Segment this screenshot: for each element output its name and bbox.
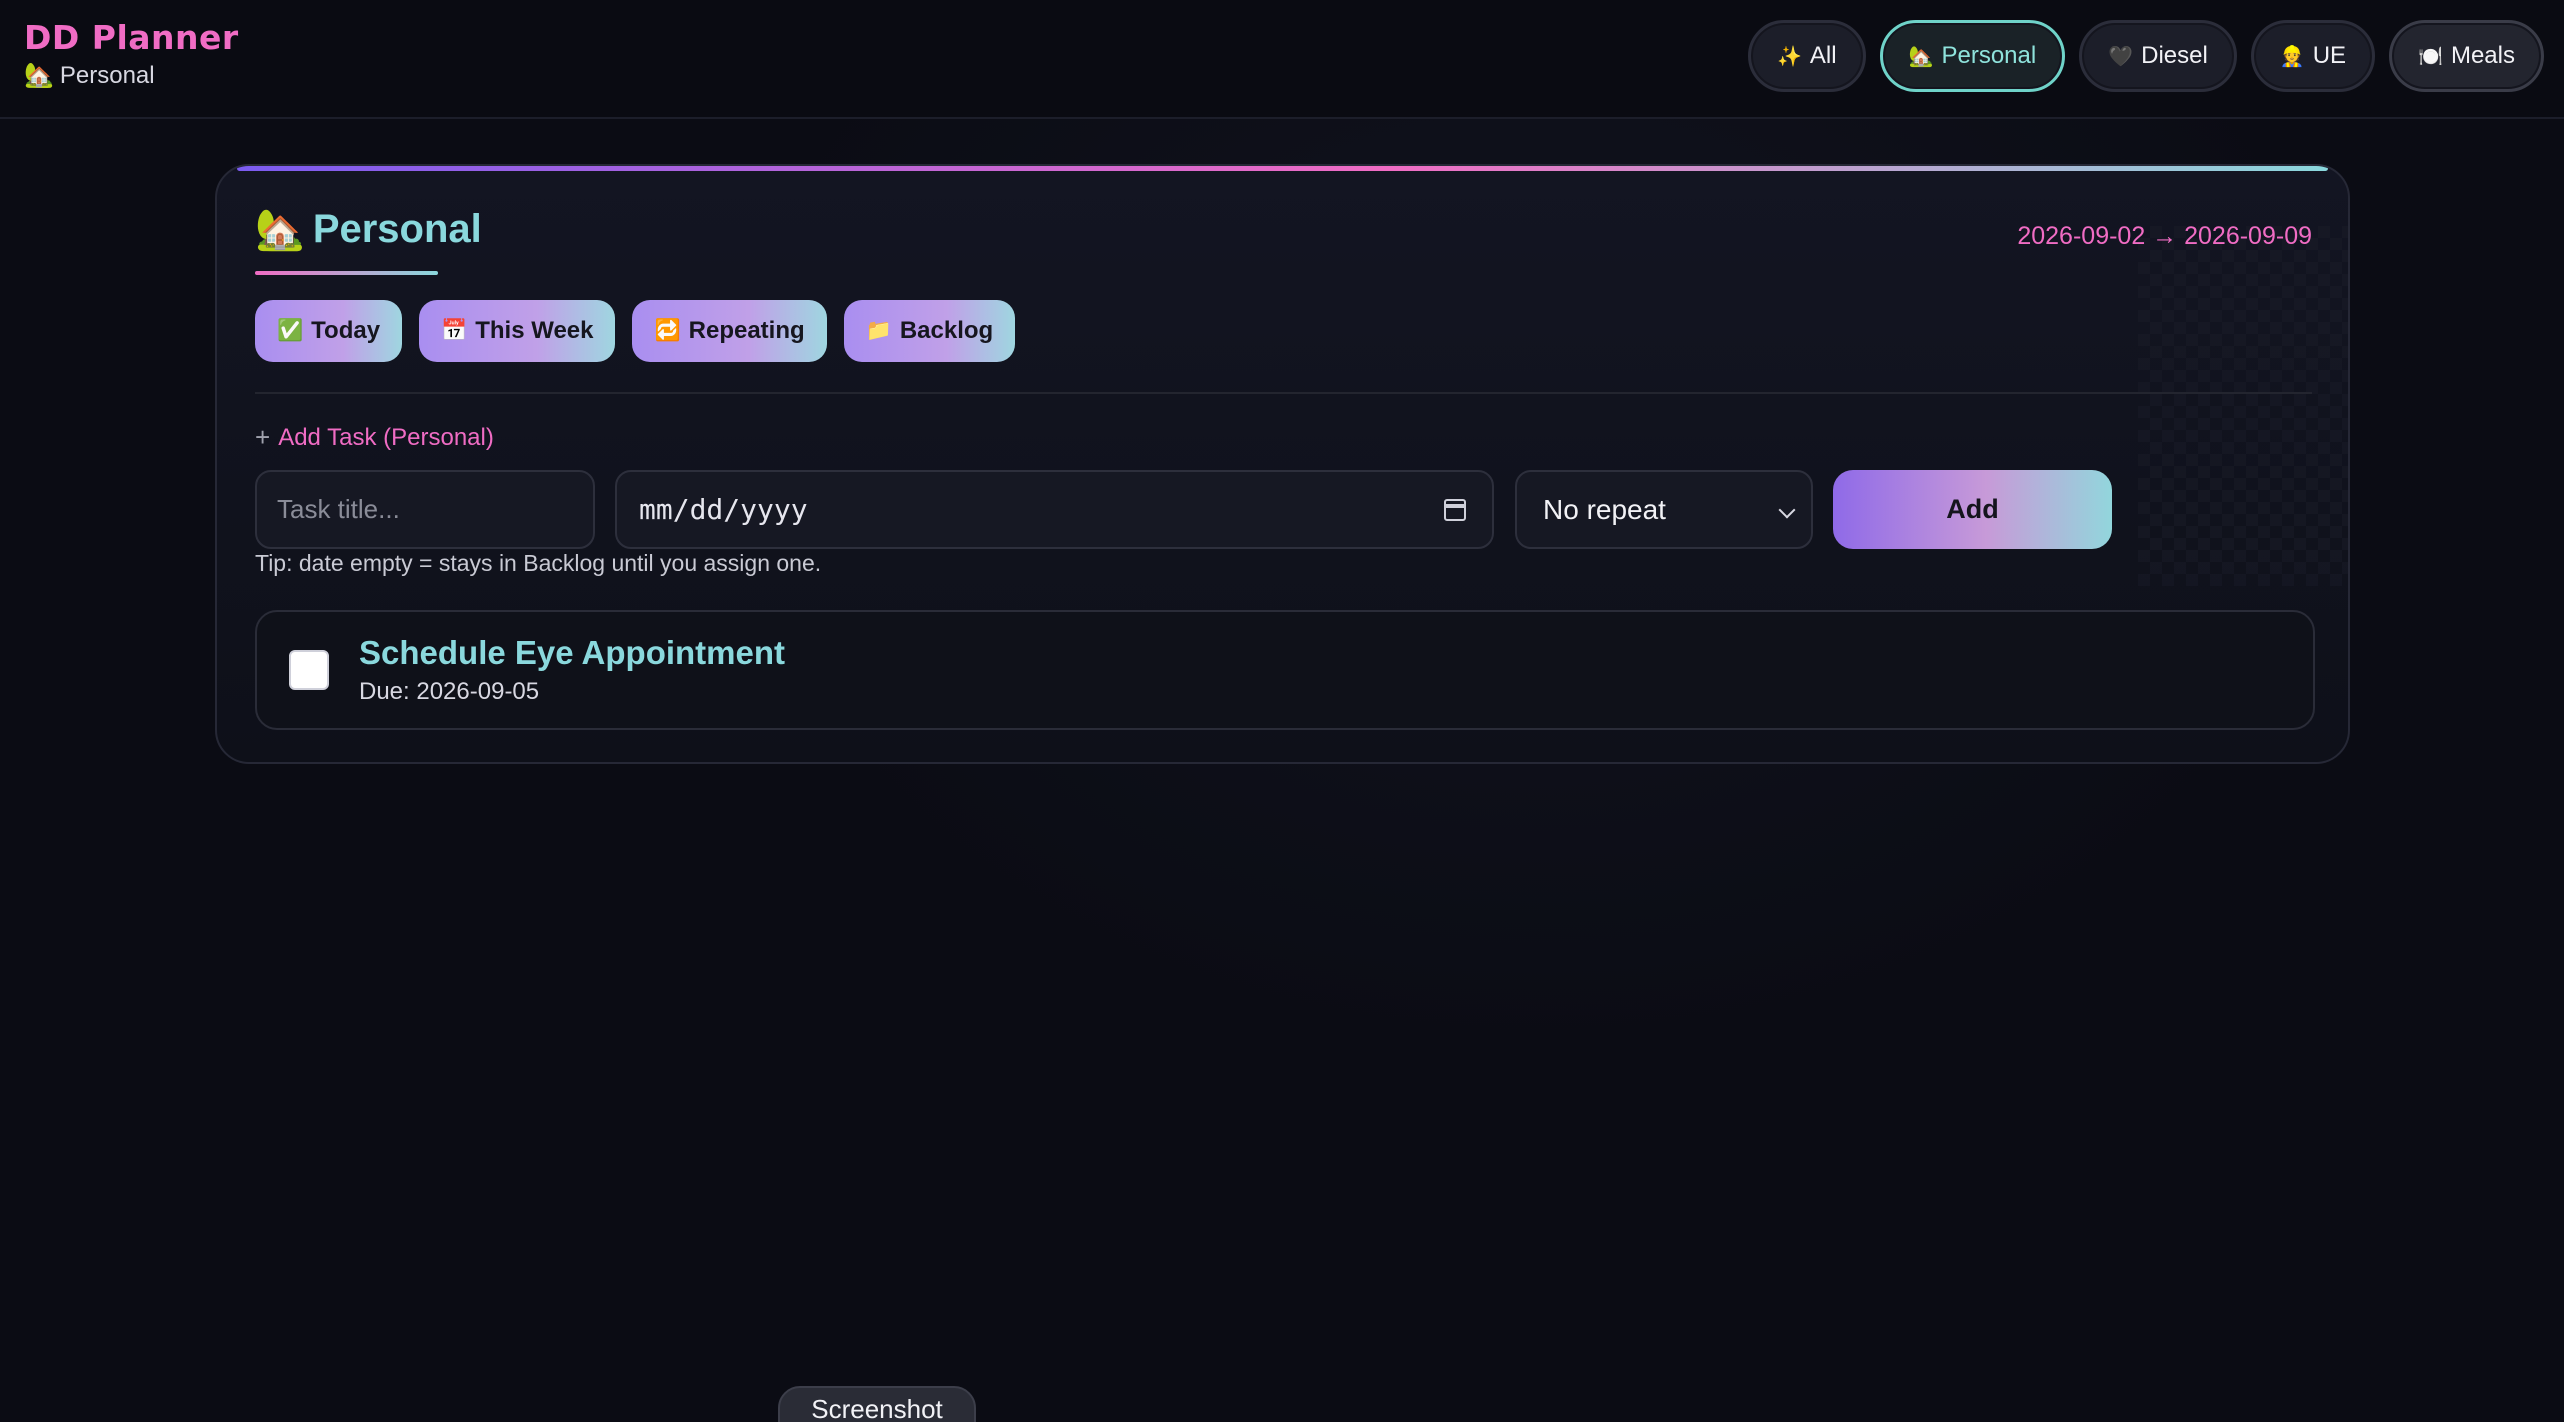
calendar-picker-icon[interactable] [1444,499,1466,521]
top-bar: DD Planner 🏡 Personal ✨ All 🏡 Personal 🖤… [0,0,2564,119]
nav-all-button[interactable]: ✨ All [1747,20,1866,92]
screenshot-label: Screenshot [811,1394,943,1422]
card-title-text: Personal [312,207,482,251]
date-placeholder: mm/dd/yyyy [639,493,808,526]
context-nav: ✨ All 🏡 Personal 🖤 Diesel 👷 UE 🍽️ Meals [1747,20,2544,92]
nav-diesel-button[interactable]: 🖤 Diesel [2079,20,2237,92]
plate-icon: 🍽️ [2418,45,2443,68]
black-heart-icon: 🖤 [2108,45,2134,68]
task-date-input[interactable]: mm/dd/yyyy [615,470,1494,549]
task-title-input[interactable] [255,470,595,549]
nav-diesel-label: Diesel [2141,42,2208,69]
chevron-down-icon [1778,501,1796,519]
task-checkbox[interactable] [289,650,329,690]
tab-backlog[interactable]: 📁 Backlog [843,300,1016,362]
card-title: 🏡 Personal [255,206,482,253]
house-icon: 🏡 [1908,45,1934,68]
screenshot-button[interactable]: Screenshot [778,1386,976,1422]
card-background-pattern [2138,226,2348,586]
nav-personal-label: Personal [1941,42,2037,69]
calendar-icon: 📅 [441,319,468,342]
card-accent-line [237,166,2328,171]
tab-today[interactable]: ✅ Today [255,300,403,362]
folder-icon: 📁 [865,319,892,342]
date-range: 2026-09-02 → 2026-09-09 [2017,222,2312,250]
check-mark-icon: ✅ [277,319,304,342]
task-due-date: Due: 2026-09-05 [359,678,540,705]
planner-card: 🏡 Personal 2026-09-02 → 2026-09-09 ✅ Tod… [215,164,2350,764]
nav-ue-label: UE [2312,42,2347,69]
nav-personal-button[interactable]: 🏡 Personal [1879,20,2066,92]
app-title: DD Planner [24,18,239,57]
tab-repeating-label: Repeating [688,317,805,344]
add-task-heading-label: Add Task (Personal) [278,423,494,451]
tab-today-label: Today [311,317,381,344]
add-task-heading[interactable]: + Add Task (Personal) [255,422,494,453]
nav-ue-button[interactable]: 👷 UE [2250,20,2376,92]
title-underline [255,271,438,275]
nav-meals-label: Meals [2450,42,2515,69]
tab-repeating[interactable]: 🔁 Repeating [632,300,827,362]
current-context-label: Personal [59,62,155,89]
add-task-button[interactable]: Add [1833,470,2112,549]
nav-all-label: All [1809,42,1837,69]
repeat-select-value: No repeat [1543,493,1666,525]
plus-icon: + [255,422,271,452]
nav-meals-button[interactable]: 🍽️ Meals [2389,20,2544,92]
task-item: Schedule Eye Appointment Due: 2026-09-05 [255,610,2315,730]
construction-worker-icon: 👷 [2279,45,2305,68]
repeat-select[interactable]: No repeat [1515,470,1813,549]
brand: DD Planner 🏡 Personal [24,18,239,92]
house-icon: 🏡 [255,208,305,252]
section-divider [255,392,2312,394]
tab-backlog-label: Backlog [899,317,994,344]
task-title[interactable]: Schedule Eye Appointment [359,634,785,672]
repeat-icon: 🔁 [654,319,681,342]
current-context: 🏡 Personal [24,60,239,92]
house-icon: 🏡 [24,62,54,89]
sparkles-icon: ✨ [1776,45,1802,68]
tab-this-week-label: This Week [475,317,594,344]
tab-this-week[interactable]: 📅 This Week [419,300,616,362]
tip-text: Tip: date empty = stays in Backlog until… [255,550,822,576]
view-tabs: ✅ Today 📅 This Week 🔁 Repeating 📁 Backlo… [255,300,1016,362]
